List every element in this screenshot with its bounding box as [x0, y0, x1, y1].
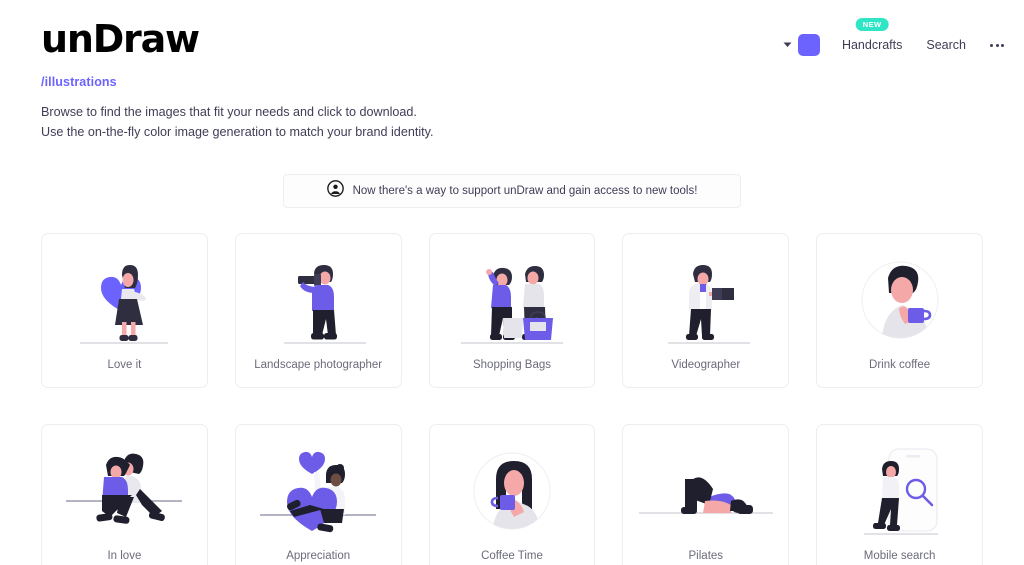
illustration-card-label: Appreciation — [286, 549, 351, 562]
undraw-logo[interactable]: unDraw — [41, 20, 441, 58]
illustration-card-landscape-photographer[interactable]: Landscape photographer — [234, 233, 402, 389]
illustration-card-drink-coffee[interactable]: Drink coffee — [816, 233, 983, 389]
illustration-card-coffee-time[interactable]: Coffee Time — [428, 424, 596, 565]
nav-item-handcrafts-label: Handcrafts — [841, 38, 903, 52]
illustration-card-videographer[interactable]: Videographer — [622, 233, 790, 389]
mobile-search-illustration — [817, 425, 982, 551]
illustration-card-love-it[interactable]: Love it — [41, 233, 208, 389]
illustration-grid: Love it Landscape photographer Shopping … — [41, 233, 983, 565]
illustration-card-label: Coffee Time — [481, 549, 543, 562]
illustration-card-label: In love — [107, 549, 142, 562]
supporter-avatar-icon — [326, 180, 344, 202]
coffee-time-illustration — [430, 425, 595, 551]
illustration-card-label: Mobile search — [863, 549, 936, 562]
new-badge: NEW — [855, 18, 889, 31]
nav-item-handcrafts[interactable]: NEW Handcrafts — [841, 18, 903, 54]
in-love-illustration — [42, 425, 207, 551]
drink-coffee-illustration — [817, 234, 982, 360]
brand-block: unDraw /illustrations Browse to find the… — [41, 16, 441, 142]
more-horizontal-icon[interactable] — [988, 38, 1006, 53]
illustration-card-mobile-search[interactable]: Mobile search — [816, 424, 983, 565]
top-navigation: NEW Handcrafts Search — [780, 16, 1006, 56]
landscape-photographer-illustration — [236, 234, 401, 360]
pilates-illustration — [623, 425, 788, 551]
support-banner-text: Now there's a way to support unDraw and … — [352, 185, 698, 198]
more-dot — [995, 43, 999, 47]
color-picker-swatch[interactable] — [797, 34, 820, 56]
support-banner-wrap: Now there's a way to support unDraw and … — [0, 174, 1024, 209]
illustration-card-label: Videographer — [671, 358, 741, 371]
illustration-card-pilates[interactable]: Pilates — [622, 424, 790, 565]
breadcrumb[interactable]: /illustrations — [41, 75, 441, 89]
illustration-card-in-love[interactable]: In love — [41, 424, 208, 565]
shopping-bags-illustration — [430, 234, 595, 360]
nav-item-search-label: Search — [926, 38, 966, 52]
appreciation-illustration — [236, 425, 401, 551]
support-banner[interactable]: Now there's a way to support unDraw and … — [283, 174, 741, 209]
illustration-card-label: Love it — [107, 358, 142, 371]
illustration-card-label: Landscape photographer — [254, 358, 383, 371]
illustration-card-label: Pilates — [688, 549, 724, 562]
illustration-card-label: Drink coffee — [869, 358, 931, 371]
love-it-illustration — [42, 234, 207, 360]
illustration-card-appreciation[interactable]: Appreciation — [234, 424, 402, 565]
chevron-down-icon[interactable] — [780, 37, 796, 53]
illustration-card-label: Shopping Bags — [472, 358, 551, 371]
videographer-illustration — [623, 234, 788, 360]
page-header: unDraw /illustrations Browse to find the… — [0, 0, 1024, 142]
page-intro-text: Browse to find the images that fit your … — [41, 105, 434, 139]
more-dot — [1001, 43, 1004, 47]
nav-item-search[interactable]: Search — [926, 36, 966, 54]
illustration-card-shopping-bags[interactable]: Shopping Bags — [428, 233, 596, 389]
more-dot — [990, 43, 993, 47]
